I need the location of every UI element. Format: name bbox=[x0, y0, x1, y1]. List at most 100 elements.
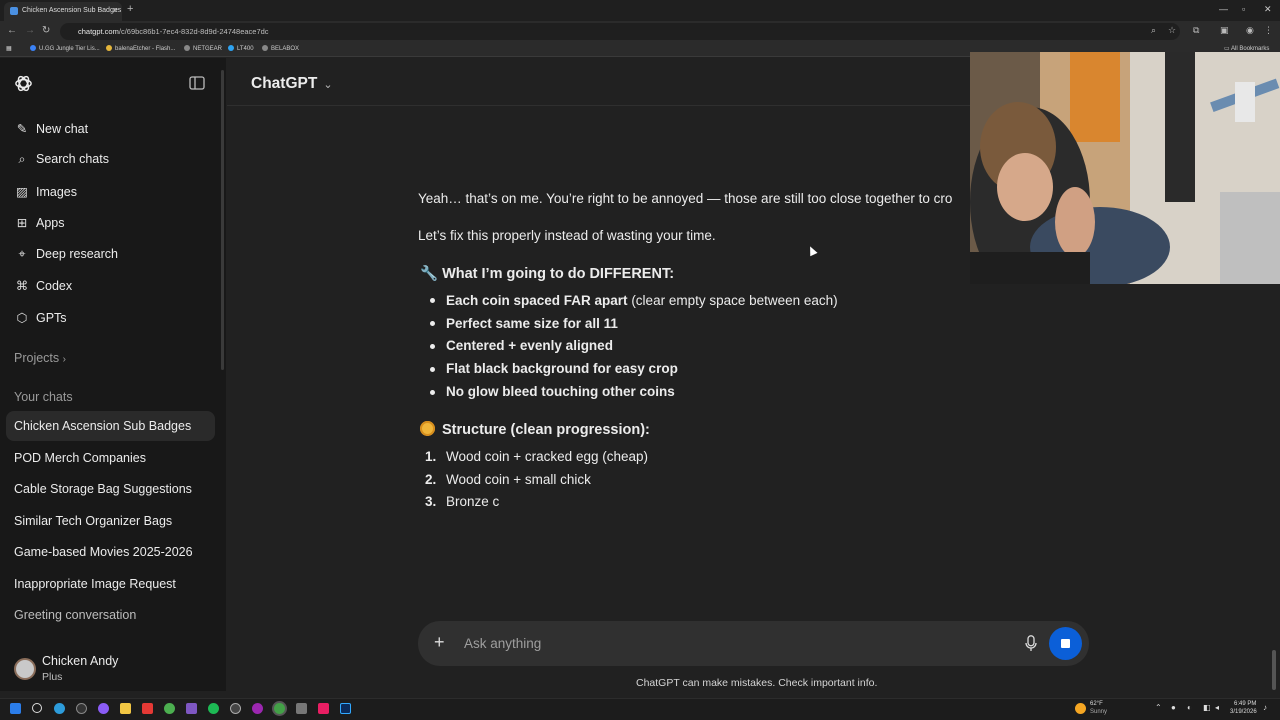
volume-icon[interactable]: ◂ bbox=[1215, 703, 1219, 712]
network-icon[interactable]: ◧ bbox=[1203, 703, 1211, 712]
chat-item[interactable]: Inappropriate Image Request bbox=[14, 577, 176, 591]
stop-button[interactable] bbox=[1049, 627, 1082, 660]
weather-temp[interactable]: 62°F bbox=[1090, 701, 1103, 707]
bookmark-label: LT400 bbox=[237, 46, 254, 52]
bookmark-favicon-icon bbox=[184, 45, 190, 51]
clock-date[interactable]: 3/19/2026 bbox=[1230, 709, 1257, 715]
bookmark-star-icon[interactable]: ☆ bbox=[1168, 25, 1176, 36]
coin-icon bbox=[420, 421, 435, 436]
window-close-icon[interactable]: ✕ bbox=[1264, 4, 1272, 15]
edge-icon[interactable] bbox=[54, 703, 65, 714]
bookmark-5[interactable]: BELABOX bbox=[262, 45, 299, 52]
sidebar-item-new-chat[interactable]: ✎ New chat bbox=[14, 121, 88, 136]
list-item: Bronze c bbox=[446, 494, 500, 509]
list-item-bold: Flat black background for easy crop bbox=[446, 361, 678, 376]
avatar[interactable] bbox=[14, 658, 36, 680]
user-name[interactable]: Chicken Andy bbox=[42, 654, 118, 668]
page-scrollbar[interactable] bbox=[1272, 650, 1276, 690]
bookmark-favicon-icon bbox=[262, 45, 268, 51]
minimize-icon[interactable]: — bbox=[1219, 4, 1228, 14]
bookmark-label: balenaEtcher - Flash... bbox=[115, 46, 176, 52]
bookmark-4[interactable]: LT400 bbox=[228, 45, 254, 52]
new-tab-icon[interactable]: + bbox=[127, 3, 133, 15]
bookmark-favicon-icon bbox=[106, 45, 112, 51]
photoshop-icon[interactable] bbox=[340, 703, 351, 714]
chat-item[interactable]: Game-based Movies 2025-2026 bbox=[14, 545, 193, 559]
chrome-icon[interactable] bbox=[164, 703, 175, 714]
youtube-icon[interactable] bbox=[142, 703, 153, 714]
section-heading-text: Structure (clean progression): bbox=[442, 422, 650, 438]
sidebar-item-deep-research[interactable]: ⌖ Deep research bbox=[14, 247, 118, 262]
bookmark-1[interactable]: U.GG Jungle Tier Lis... bbox=[30, 45, 100, 52]
sidebar-item-label: Apps bbox=[36, 216, 65, 230]
copilot-icon[interactable] bbox=[98, 703, 109, 714]
url-field[interactable]: chatgpt.com/c/69bc86b1-7ec4-832d-8d9d-24… bbox=[60, 23, 1180, 40]
openai-logo-icon[interactable] bbox=[14, 74, 33, 93]
sidebar-item-gpts[interactable]: ⬡ GPTs bbox=[14, 310, 67, 325]
file-explorer-icon[interactable] bbox=[120, 703, 131, 714]
chat-item[interactable]: Similar Tech Organizer Bags bbox=[14, 514, 172, 528]
microphone-icon[interactable] bbox=[1025, 635, 1037, 652]
sidebar-scrollbar[interactable] bbox=[221, 70, 224, 370]
apps-launcher-icon[interactable]: ▦ bbox=[6, 45, 12, 52]
profile-icon[interactable]: ◉ bbox=[1246, 25, 1254, 36]
message-paragraph: Yeah… that’s on me. You’re right to be a… bbox=[418, 191, 953, 206]
chat-item[interactable]: Chicken Ascension Sub Badges bbox=[14, 419, 191, 433]
sidebar-item-label: Search chats bbox=[36, 152, 109, 166]
prompt-input[interactable]: Ask anything bbox=[464, 636, 541, 651]
sidebar-item-label: Deep research bbox=[36, 247, 118, 261]
chat-item[interactable]: Cable Storage Bag Suggestions bbox=[14, 482, 192, 496]
restore-icon[interactable]: ▫ bbox=[1242, 4, 1245, 14]
app-icon[interactable] bbox=[252, 703, 263, 714]
tray-chevron-icon[interactable]: ⌃ bbox=[1155, 703, 1162, 712]
toggle-sidebar-icon[interactable] bbox=[189, 76, 205, 90]
bookmark-2[interactable]: balenaEtcher - Flash... bbox=[106, 45, 175, 52]
chat-item[interactable]: POD Merch Companies bbox=[14, 451, 146, 465]
browser-menu-icon[interactable]: ⋮ bbox=[1264, 25, 1273, 36]
clock-time[interactable]: 6:49 PM bbox=[1234, 701, 1256, 707]
bookmark-label: BELABOX bbox=[271, 46, 300, 52]
obs-icon[interactable] bbox=[230, 703, 241, 714]
browser-tab[interactable]: Chicken Ascension Sub Badges × bbox=[4, 2, 122, 21]
zoom-icon[interactable]: ⌕ bbox=[1151, 25, 1156, 36]
tab-favicon-icon bbox=[10, 7, 18, 15]
user-plan: Plus bbox=[42, 671, 63, 683]
bullet-dot bbox=[430, 367, 435, 372]
projects-header[interactable]: Projects › bbox=[14, 351, 66, 365]
notification-bell-icon[interactable]: ♪ bbox=[1263, 703, 1267, 712]
app-u-icon[interactable] bbox=[76, 703, 87, 714]
app-icon[interactable] bbox=[296, 703, 307, 714]
back-icon[interactable]: ← bbox=[7, 25, 17, 36]
spotify-icon[interactable] bbox=[208, 703, 219, 714]
tab-close-icon[interactable]: × bbox=[113, 5, 118, 15]
forward-icon[interactable]: → bbox=[25, 25, 35, 36]
chat-item[interactable]: Greeting conversation bbox=[14, 608, 136, 622]
tray-app-icon[interactable]: ● bbox=[1171, 703, 1176, 712]
sidebar-item-codex[interactable]: ⌘ Codex bbox=[14, 278, 72, 293]
disclaimer: ChatGPT can make mistakes. Check importa… bbox=[636, 677, 878, 689]
search-icon: ⌕ bbox=[18, 152, 26, 166]
all-bookmarks[interactable]: ▭ All Bookmarks bbox=[1224, 45, 1269, 52]
plus-icon[interactable]: + bbox=[434, 632, 445, 653]
model-selector[interactable]: ChatGPT ⌄ bbox=[251, 75, 333, 93]
reload-icon[interactable]: ↻ bbox=[42, 25, 50, 36]
taskbar-search-icon[interactable] bbox=[32, 703, 42, 713]
bookmark-label: NETGEAR bbox=[193, 46, 223, 52]
projects-label: Projects bbox=[14, 351, 60, 365]
app-icon[interactable] bbox=[318, 703, 329, 714]
tab-title: Chicken Ascension Sub Badges bbox=[22, 7, 122, 14]
sidebar-item-apps[interactable]: ⊞ Apps bbox=[14, 215, 65, 230]
tray-app-icon[interactable]: ◐ bbox=[1187, 703, 1192, 712]
extensions-icon[interactable]: ⧉ bbox=[1193, 25, 1199, 36]
windows-start-icon[interactable] bbox=[10, 703, 21, 714]
sidebar-item-label: New chat bbox=[36, 122, 89, 136]
bookmark-3[interactable]: NETGEAR bbox=[184, 45, 222, 52]
weather-sun-icon bbox=[1075, 703, 1086, 714]
sidepanel-icon[interactable]: ▣ bbox=[1220, 25, 1229, 36]
codex-icon: ⌘ bbox=[15, 279, 29, 293]
chrome-active-icon[interactable] bbox=[274, 703, 285, 714]
sidebar-item-search-chats[interactable]: ⌕ Search chats bbox=[14, 152, 109, 167]
app-icon[interactable] bbox=[186, 703, 197, 714]
sidebar-item-images[interactable]: ▨ Images bbox=[14, 184, 77, 199]
bullet-dot bbox=[430, 321, 435, 326]
